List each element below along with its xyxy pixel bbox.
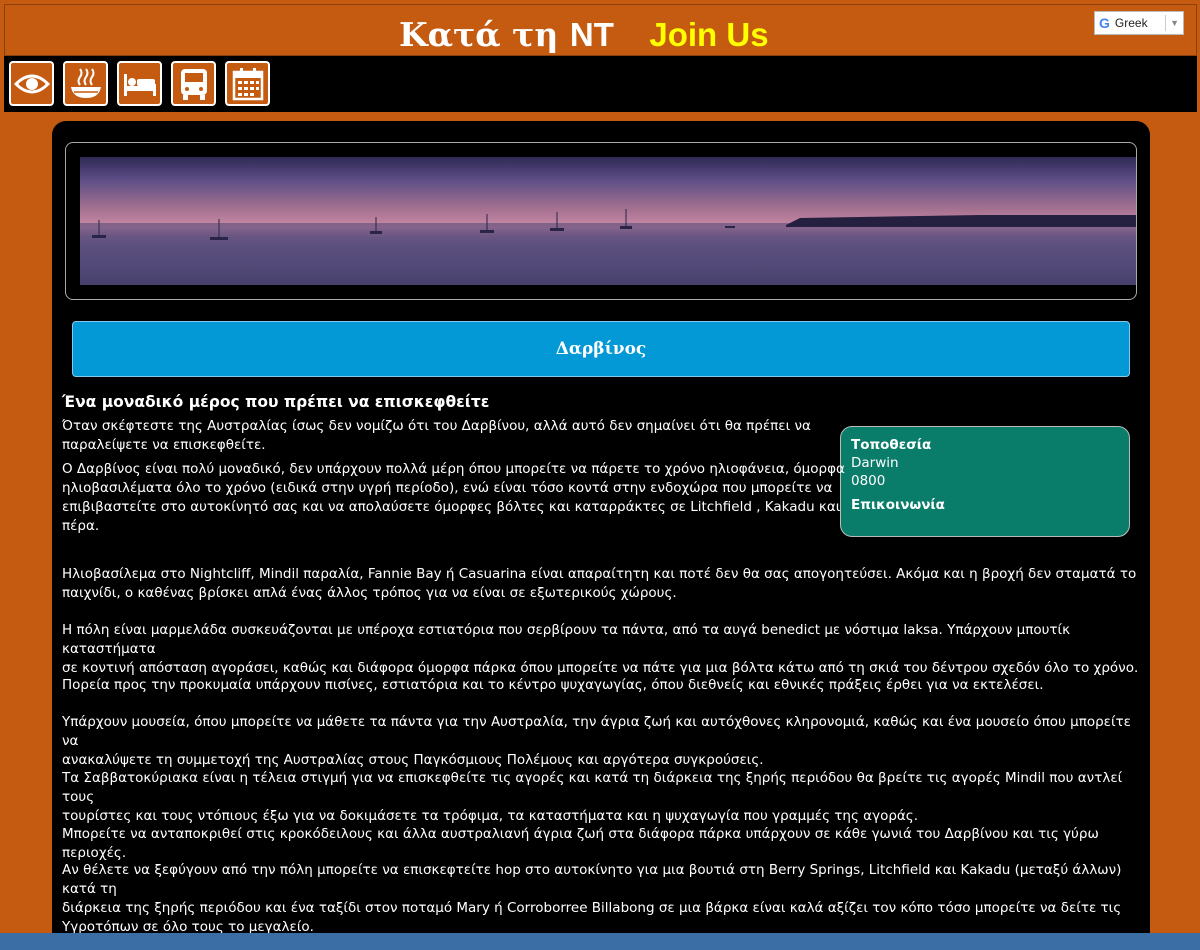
paragraph-1: Όταν σκέφτεστε της Αυστραλίας ίσως δεν ν… <box>62 417 811 455</box>
eye-icon <box>13 74 50 93</box>
paragraph-5: Πορεία προς την προκυμαία υπάρχουν πισίν… <box>62 676 1043 695</box>
info-box: Τοποθεσία Darwin 0800 Επικοινωνία <box>840 426 1130 537</box>
paragraph-line: Τα Σαββατοκύριακα είναι η τέλεια στιγμή … <box>62 770 1123 805</box>
contact-link[interactable]: Επικοινωνία <box>851 496 1119 514</box>
paragraph-9: Αν θέλετε να ξεφύγουν από την πόλη μπορε… <box>62 861 1150 937</box>
language-selector[interactable]: G Greek ▼ <box>1094 11 1184 35</box>
location-city: Darwin <box>851 455 899 471</box>
page-heading: Ένα μοναδικό μέρος που πρέπει να επισκεφ… <box>62 393 490 411</box>
paragraph-line: Ο Δαρβίνος είναι πολύ μοναδικό, δεν υπάρ… <box>62 461 845 477</box>
paragraph-line: Η πόλη είναι μαρμελάδα συσκευάζονται με … <box>62 622 1071 657</box>
title-greek: Κατά τη <box>399 15 559 54</box>
paragraph-line: Πορεία προς την προκυμαία υπάρχουν πισίν… <box>62 677 1044 693</box>
paragraph-3: Ηλιοβασίλεμα στο Nightcliff, Mindil παρα… <box>62 565 1136 603</box>
icon-nav-bar <box>4 56 1197 112</box>
city-title-bar: Δαρβίνος <box>72 321 1130 377</box>
food-icon <box>70 67 101 98</box>
location-postcode: 0800 <box>851 473 886 489</box>
divider <box>1165 15 1167 31</box>
city-title: Δαρβίνος <box>555 339 647 359</box>
transport-button[interactable] <box>171 61 216 106</box>
paragraph-line: επιβιβαστείτε στο αυτοκίνητό σας και να … <box>62 499 841 515</box>
paragraph-line: Μπορείτε να ανταποκριθεί στις κροκόδειλο… <box>62 826 1099 861</box>
paragraph-2: Ο Δαρβίνος είναι πολύ μοναδικό, δεν υπάρ… <box>62 460 845 536</box>
accommodation-button[interactable] <box>117 61 162 106</box>
site-header: Κατά τη NT Join Us G Greek ▼ <box>4 4 1197 56</box>
paragraph-line: παιχνίδι, ο καθένας βρίσκει απλά ένας άλ… <box>62 585 677 601</box>
content-panel: Δαρβίνος Ένα μοναδικό μέρος που πρέπει ν… <box>52 121 1150 950</box>
sights-button[interactable] <box>9 61 54 106</box>
paragraph-line: τουρίστες και τους ντόπιους έξω για να δ… <box>62 808 919 824</box>
paragraph-line: ανακαλύψετε τη συμμετοχή της Αυστραλίας … <box>62 752 764 768</box>
events-button[interactable] <box>225 61 270 106</box>
paragraph-line: διάρκεια της ξηρής περιόδου και ένα ταξί… <box>62 900 1122 916</box>
window-bottom-strip <box>0 933 1200 950</box>
paragraph-6: Υπάρχουν μουσεία, όπου μπορείτε να μάθετ… <box>62 713 1150 770</box>
paragraph-4: Η πόλη είναι μαρμελάδα συσκευάζονται με … <box>62 621 1150 678</box>
banner-frame <box>65 142 1137 300</box>
join-us-link[interactable]: Join Us <box>649 16 768 53</box>
location-label: Τοποθεσία <box>851 437 932 453</box>
sunset-banner-image <box>80 157 1136 285</box>
language-label: Greek <box>1114 16 1148 30</box>
paragraph-line: Αν θέλετε να ξεφύγουν από την πόλη μπορε… <box>62 862 1122 897</box>
google-logo-icon: G <box>1099 15 1110 31</box>
site-title: Κατά τη NT Join Us <box>399 15 769 54</box>
paragraph-line: παραλείψετε να επισκεφθείτε. <box>62 437 266 453</box>
dropdown-arrow-icon: ▼ <box>1170 18 1179 28</box>
food-button[interactable] <box>63 61 108 106</box>
bus-icon <box>180 68 207 100</box>
calendar-icon <box>232 67 263 100</box>
paragraph-line: Ηλιοβασίλεμα στο Nightcliff, Mindil παρα… <box>62 566 1137 582</box>
paragraph-line: ηλιοβασιλέματα όλο το χρόνο (ειδικά στην… <box>62 480 833 496</box>
paragraph-line: πέρα. <box>62 518 100 534</box>
title-nt: NT <box>569 16 614 53</box>
bed-icon <box>123 73 156 96</box>
paragraph-8: Μπορείτε να ανταποκριθεί στις κροκόδειλο… <box>62 825 1150 863</box>
paragraph-line: Υπάρχουν μουσεία, όπου μπορείτε να μάθετ… <box>62 714 1131 749</box>
paragraph-7: Τα Σαββατοκύριακα είναι η τέλεια στιγμή … <box>62 769 1150 826</box>
paragraph-line: Όταν σκέφτεστε της Αυστραλίας ίσως δεν ν… <box>62 418 811 434</box>
